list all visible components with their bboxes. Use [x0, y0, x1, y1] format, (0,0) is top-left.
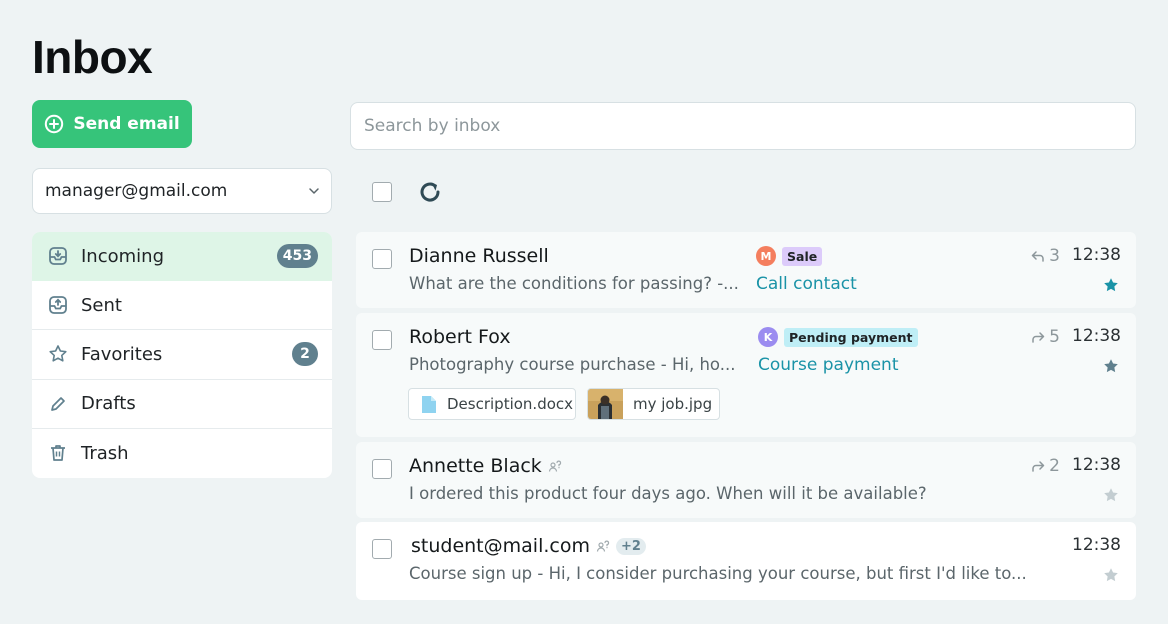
email-tags: K Pending payment: [758, 327, 918, 347]
reply-count-value: 3: [1049, 246, 1060, 266]
account-select-value: manager@gmail.com: [45, 181, 228, 201]
email-sender: student@mail.com: [411, 535, 590, 557]
sidebar-item-favorites[interactable]: Favorites 2: [32, 330, 332, 380]
page-title: Inbox: [32, 31, 153, 83]
sidebar-item-label: Drafts: [81, 393, 136, 415]
image-thumbnail: [588, 389, 623, 419]
star-icon[interactable]: [1103, 487, 1119, 503]
attachment-chip[interactable]: my job.jpg: [587, 388, 720, 420]
inbox-icon: [48, 246, 68, 266]
forward-icon: [1032, 461, 1045, 472]
email-time: 12:38: [1072, 455, 1121, 475]
forward-count-value: 2: [1049, 456, 1060, 476]
refresh-icon[interactable]: [415, 178, 445, 206]
email-row[interactable]: Dianne Russell What are the conditions f…: [356, 232, 1136, 308]
count-badge: 2: [292, 342, 318, 367]
sidebar-item-sent[interactable]: Sent: [32, 281, 332, 331]
plus-circle-icon: [45, 114, 64, 134]
email-sender-row: student@mail.com +2: [411, 535, 646, 557]
action-link[interactable]: Call contact: [756, 274, 857, 294]
star-icon[interactable]: [1103, 567, 1119, 583]
attachment-name: Description.docx: [447, 395, 574, 413]
avatar: K: [758, 327, 778, 347]
sidebar-item-drafts[interactable]: Drafts: [32, 380, 332, 429]
sidebar-item-incoming[interactable]: Incoming 453: [32, 232, 332, 282]
forward-count: 5: [1031, 327, 1060, 347]
tag-badge: Sale: [782, 246, 823, 266]
email-tags: M Sale: [756, 246, 823, 266]
email-checkbox[interactable]: [372, 249, 392, 269]
pencil-icon: [48, 394, 68, 414]
recipients-icon: [548, 460, 561, 472]
sidebar-item-label: Trash: [81, 442, 129, 464]
email-sender: Annette Black: [409, 455, 542, 477]
email-sender: Robert Fox: [409, 326, 511, 348]
star-icon[interactable]: [1103, 358, 1119, 374]
email-preview: I ordered this product four days ago. Wh…: [409, 484, 927, 503]
action-link[interactable]: Course payment: [758, 355, 898, 375]
forward-icon: [1032, 332, 1045, 343]
star-icon: [48, 344, 68, 364]
sidebar-item-label: Favorites: [81, 343, 163, 365]
sent-icon: [48, 295, 68, 315]
send-email-button[interactable]: Send email: [32, 100, 192, 148]
email-preview: What are the conditions for passing? -..…: [409, 274, 739, 293]
reply-icon: [1031, 251, 1044, 262]
email-row[interactable]: student@mail.com +2 Course sign up - Hi,…: [356, 522, 1136, 600]
sidebar: Incoming 453 Sent Favorites 2 Drafts Tra…: [32, 232, 332, 478]
email-checkbox[interactable]: [372, 330, 392, 350]
email-checkbox[interactable]: [372, 459, 392, 479]
avatar: M: [756, 246, 776, 266]
email-row[interactable]: Annette Black I ordered this product fou…: [356, 442, 1136, 518]
trash-icon: [48, 443, 68, 463]
email-row[interactable]: Robert Fox Photography course purchase -…: [356, 313, 1136, 437]
count-badge: 453: [276, 244, 318, 269]
email-time: 12:38: [1072, 245, 1121, 265]
sidebar-item-label: Incoming: [81, 245, 164, 267]
email-time: 12:38: [1072, 535, 1121, 555]
reply-count: 3: [1031, 246, 1060, 266]
search-box[interactable]: [350, 102, 1136, 150]
email-preview: Photography course purchase - Hi, ho...: [409, 355, 736, 374]
search-input[interactable]: [364, 116, 1122, 136]
sidebar-item-trash[interactable]: Trash: [32, 429, 332, 478]
email-sender-row: Annette Black: [409, 455, 562, 477]
extra-recipients-badge: +2: [615, 537, 646, 555]
attachment-name: my job.jpg: [633, 395, 713, 413]
sidebar-item-label: Sent: [81, 294, 122, 316]
forward-count-value: 5: [1049, 327, 1060, 347]
document-icon: [422, 395, 436, 413]
select-all-checkbox[interactable]: [372, 182, 392, 202]
send-email-label: Send email: [73, 114, 180, 134]
account-select[interactable]: manager@gmail.com: [32, 168, 332, 214]
email-sender: Dianne Russell: [409, 245, 549, 267]
tag-badge: Pending payment: [784, 327, 918, 347]
chevron-down-icon: [309, 188, 319, 194]
email-checkbox[interactable]: [372, 539, 392, 559]
star-icon[interactable]: [1103, 277, 1119, 293]
email-preview: Course sign up - Hi, I consider purchasi…: [409, 564, 1027, 583]
forward-count: 2: [1031, 456, 1060, 476]
recipients-icon: [596, 540, 610, 552]
email-time: 12:38: [1072, 326, 1121, 346]
attachment-chip[interactable]: Description.docx: [408, 388, 576, 420]
